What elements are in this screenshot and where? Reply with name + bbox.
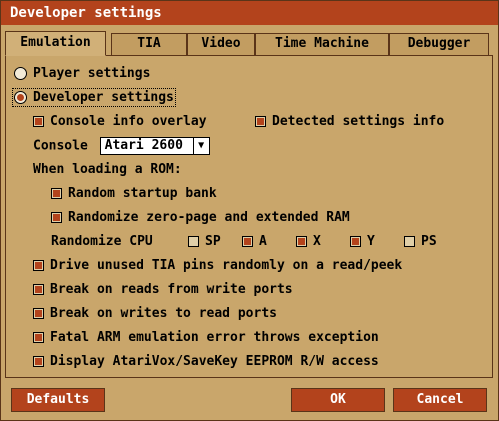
break-writes-option[interactable]: Break on writes to read ports	[33, 305, 277, 323]
fatal-arm-label: Fatal ARM emulation error throws excepti…	[50, 330, 379, 345]
cpu-y-label: Y	[367, 234, 375, 249]
tab-time-machine[interactable]: Time Machine	[255, 33, 389, 55]
player-settings-radio[interactable]	[14, 67, 27, 80]
fatal-arm-checkbox[interactable]	[33, 332, 44, 343]
cpu-ps-label: PS	[421, 234, 437, 249]
console-row: Console Atari 2600 ▼	[33, 137, 210, 155]
console-info-overlay-label: Console info overlay	[50, 114, 207, 129]
cpu-x-label: X	[313, 234, 321, 249]
tab-video[interactable]: Video	[187, 33, 255, 55]
console-label: Console	[33, 138, 88, 154]
console-select[interactable]: Atari 2600 ▼	[99, 137, 210, 155]
ok-button[interactable]: OK	[291, 388, 385, 412]
break-writes-checkbox[interactable]	[33, 308, 44, 319]
cpu-x-option[interactable]: X	[296, 233, 321, 251]
cpu-sp-option[interactable]: SP	[188, 233, 221, 251]
detected-settings-info-option[interactable]: Detected settings info	[255, 113, 444, 131]
console-info-overlay-checkbox[interactable]	[33, 116, 44, 127]
drive-unused-tia-label: Drive unused TIA pins randomly on a read…	[50, 258, 403, 273]
chevron-down-icon[interactable]: ▼	[192, 138, 209, 154]
detected-settings-info-label: Detected settings info	[272, 114, 445, 129]
break-reads-checkbox[interactable]	[33, 284, 44, 295]
developer-settings-option[interactable]: Developer settings	[12, 88, 176, 107]
randomize-cpu-label: Randomize CPU	[51, 234, 153, 249]
developer-settings-radio[interactable]	[14, 91, 27, 104]
drive-unused-tia-option[interactable]: Drive unused TIA pins randomly on a read…	[33, 257, 402, 275]
break-writes-label: Break on writes to read ports	[50, 306, 277, 321]
cpu-x-checkbox[interactable]	[296, 236, 307, 247]
display-atarivox-label: Display AtariVox/SaveKey EEPROM R/W acce…	[50, 354, 379, 369]
cpu-a-label: A	[259, 234, 267, 249]
tab-tia[interactable]: TIA	[111, 33, 187, 55]
loading-rom-heading: When loading a ROM:	[33, 162, 182, 177]
fatal-arm-option[interactable]: Fatal ARM emulation error throws excepti…	[33, 329, 379, 347]
random-startup-bank-label: Random startup bank	[68, 186, 217, 201]
emulation-panel: Player settings Developer settings Conso…	[5, 55, 493, 378]
detected-settings-info-checkbox[interactable]	[255, 116, 266, 127]
display-atarivox-checkbox[interactable]	[33, 356, 44, 367]
cpu-y-option[interactable]: Y	[350, 233, 375, 251]
tab-bar: Emulation TIA Video Time Machine Debugge…	[5, 31, 495, 56]
cpu-sp-checkbox[interactable]	[188, 236, 199, 247]
randomize-zero-page-option[interactable]: Randomize zero-page and extended RAM	[51, 209, 350, 227]
developer-settings-label: Developer settings	[33, 90, 174, 105]
console-select-value: Atari 2600	[104, 138, 183, 153]
break-reads-label: Break on reads from write ports	[50, 282, 293, 297]
break-reads-option[interactable]: Break on reads from write ports	[33, 281, 293, 299]
defaults-button[interactable]: Defaults	[11, 388, 105, 412]
window-title: Developer settings	[1, 1, 498, 25]
player-settings-option[interactable]: Player settings	[14, 65, 150, 83]
display-atarivox-option[interactable]: Display AtariVox/SaveKey EEPROM R/W acce…	[33, 353, 379, 371]
random-startup-bank-option[interactable]: Random startup bank	[51, 185, 217, 203]
randomize-zero-page-checkbox[interactable]	[51, 212, 62, 223]
randomize-zero-page-label: Randomize zero-page and extended RAM	[68, 210, 350, 225]
developer-settings-dialog: Developer settings Emulation TIA Video T…	[0, 0, 499, 421]
cpu-a-checkbox[interactable]	[242, 236, 253, 247]
drive-unused-tia-checkbox[interactable]	[33, 260, 44, 271]
console-info-overlay-option[interactable]: Console info overlay	[33, 113, 207, 131]
cpu-ps-option[interactable]: PS	[404, 233, 437, 251]
cpu-a-option[interactable]: A	[242, 233, 267, 251]
cpu-ps-checkbox[interactable]	[404, 236, 415, 247]
cancel-button[interactable]: Cancel	[393, 388, 487, 412]
cpu-sp-label: SP	[205, 234, 221, 249]
cpu-y-checkbox[interactable]	[350, 236, 361, 247]
tab-emulation[interactable]: Emulation	[5, 31, 106, 56]
tab-debugger[interactable]: Debugger	[389, 33, 489, 55]
player-settings-label: Player settings	[33, 66, 151, 81]
random-startup-bank-checkbox[interactable]	[51, 188, 62, 199]
